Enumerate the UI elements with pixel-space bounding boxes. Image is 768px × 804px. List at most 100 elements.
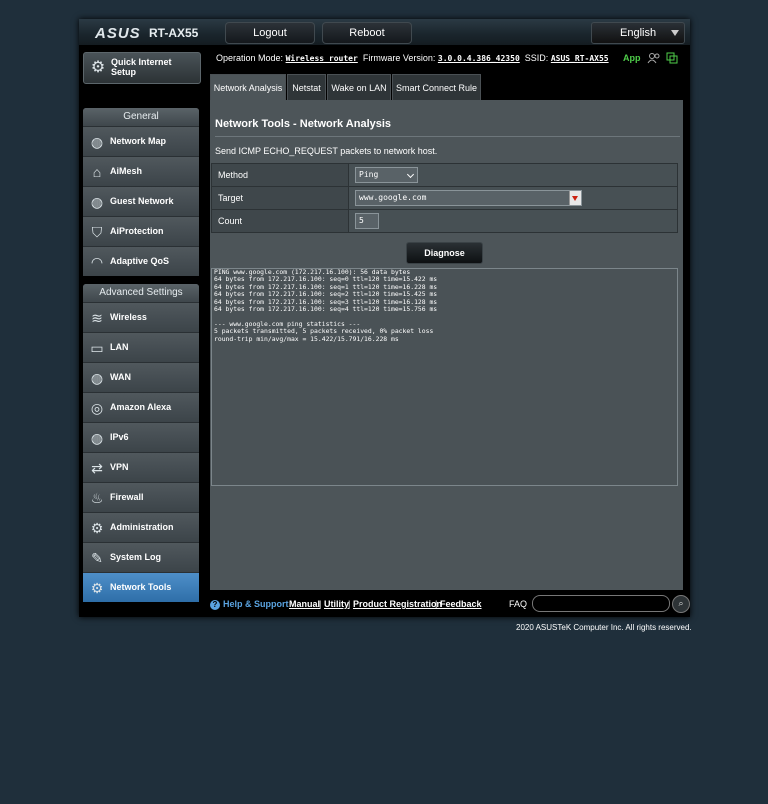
target-row: Target www.google.com xyxy=(211,186,678,210)
sidebar-item-label: System Log xyxy=(110,552,162,562)
op-mode-link[interactable]: Wireless router xyxy=(286,54,358,63)
sidebar-item-label: Network Tools xyxy=(110,582,172,592)
logout-button[interactable]: Logout xyxy=(225,22,315,44)
firmware-link[interactable]: 3.0.0.4.386_42350 xyxy=(438,54,520,63)
tools-icon: ⚙ xyxy=(90,580,104,596)
sidebar-item-firewall[interactable]: ♨ Firewall xyxy=(83,482,199,512)
faq-search-input[interactable] xyxy=(532,595,670,612)
feedback-link[interactable]: Feedback xyxy=(440,599,482,609)
target-label: Target xyxy=(211,186,349,210)
footer-bar: ? Help & Support Manual | Utility | Produ… xyxy=(210,592,690,618)
quick-internet-setup-button[interactable]: ⚙ Quick Internet Setup xyxy=(83,52,201,84)
product-registration-link[interactable]: Product Registration xyxy=(353,599,442,609)
alexa-icon: ◎ xyxy=(90,400,104,416)
ssid-link[interactable]: ASUS_RT-AX55 xyxy=(551,54,609,63)
help-support: ? Help & Support xyxy=(210,599,289,610)
count-row: Count 5 xyxy=(211,209,678,233)
network-analysis-panel: Network Tools - Network Analysis Send IC… xyxy=(210,100,683,590)
help-label: Help & Support xyxy=(223,599,289,609)
sidebar-item-lan[interactable]: ▭ LAN xyxy=(83,332,199,362)
sidebar-item-label: Network Map xyxy=(110,136,167,146)
connection-status-icon[interactable] xyxy=(666,52,679,64)
sidebar-item-label: Guest Network xyxy=(110,196,174,206)
output-line: 64 bytes from 172.217.16.100: seq=4 ttl=… xyxy=(214,305,438,314)
tab-network-analysis[interactable]: Network Analysis xyxy=(210,74,286,101)
count-cell: 5 xyxy=(348,209,678,233)
language-select[interactable]: English xyxy=(591,22,685,44)
target-value: www.google.com xyxy=(359,193,427,202)
target-dropdown-button[interactable] xyxy=(569,191,581,205)
reboot-button[interactable]: Reboot xyxy=(322,22,412,44)
faq-label: FAQ xyxy=(509,599,528,609)
op-mode-label: Operation Mode: xyxy=(216,53,284,63)
sidebar-item-label: WAN xyxy=(110,372,131,382)
vpn-icon: ⇄ xyxy=(91,460,103,476)
mesh-icon: ⌂ xyxy=(92,164,102,180)
tab-wake-on-lan[interactable]: Wake on LAN xyxy=(327,74,391,101)
sidebar-item-wan[interactable]: ◍ WAN xyxy=(83,362,199,392)
sidebar-item-wireless[interactable]: ≋ Wireless xyxy=(83,302,199,332)
asus-logo[interactable]: ASUS xyxy=(95,25,141,42)
manual-link[interactable]: Manual xyxy=(289,599,320,609)
method-value: Ping xyxy=(359,170,379,179)
diagnostic-output[interactable]: PING www.google.com (172.217.16.100): 56… xyxy=(211,268,678,486)
sidebar-item-network-tools[interactable]: ⚙ Network Tools xyxy=(83,572,199,602)
general-menu: General ◍ Network Map ⌂ AiMesh ◍ Guest Networ… xyxy=(83,108,199,276)
method-row: Method Ping xyxy=(211,163,678,187)
router-admin-frame: ASUS RT-AX55 Logout Reboot English ⚙ Qui… xyxy=(79,19,690,617)
advanced-heading: Advanced Settings xyxy=(83,284,199,302)
sidebar-item-amazon-alexa[interactable]: ◎ Amazon Alexa xyxy=(83,392,199,422)
app-link[interactable]: App xyxy=(623,53,641,63)
target-input[interactable]: www.google.com xyxy=(355,190,582,206)
sidebar-item-system-log[interactable]: ✎ System Log xyxy=(83,542,199,572)
chevron-down-icon xyxy=(671,30,679,36)
tab-netstat[interactable]: Netstat xyxy=(287,74,326,101)
count-label: Count xyxy=(211,209,349,233)
sidebar-item-administration[interactable]: ⚙ Administration xyxy=(83,512,199,542)
diagnose-button[interactable]: Diagnose xyxy=(406,242,483,264)
help-icon: ? xyxy=(210,600,220,610)
sidebar-item-label: Firewall xyxy=(110,492,144,502)
separator: | xyxy=(348,599,351,609)
separator: | xyxy=(435,599,438,609)
sidebar-item-label: AiMesh xyxy=(110,166,143,176)
page-description: Send ICMP ECHO_REQUEST packets to networ… xyxy=(215,146,438,156)
sidebar-item-aiprotection[interactable]: ⛉ AiProtection xyxy=(83,216,199,246)
sidebar-item-label: Wireless xyxy=(110,312,147,322)
target-cell: www.google.com xyxy=(348,186,678,210)
method-label: Method xyxy=(211,163,349,187)
utility-link[interactable]: Utility xyxy=(324,599,349,609)
tab-smart-connect-rule[interactable]: Smart Connect Rule xyxy=(392,74,481,101)
model-name: RT-AX55 xyxy=(149,26,199,40)
method-cell: Ping xyxy=(348,163,678,187)
method-select[interactable]: Ping xyxy=(355,167,418,183)
sidebar-item-adaptive-qos[interactable]: ◠ Adaptive QoS xyxy=(83,246,199,276)
sidebar-item-ipv6[interactable]: ◍ IPv6 xyxy=(83,422,199,452)
sidebar-item-vpn[interactable]: ⇄ VPN xyxy=(83,452,199,482)
output-line: round-trip min/avg/max = 15.422/15.791/1… xyxy=(214,334,399,343)
firmware-label: Firmware Version: xyxy=(362,53,436,63)
shield-icon: ⛉ xyxy=(91,224,103,240)
guest-globe-icon: ◍ xyxy=(90,194,104,210)
user-icon[interactable] xyxy=(647,52,660,64)
sidebar-item-label: AiProtection xyxy=(110,226,164,236)
chevron-down-icon xyxy=(406,170,415,179)
sidebar-item-aimesh[interactable]: ⌂ AiMesh xyxy=(83,156,199,186)
wand-icon: ⚙ xyxy=(90,59,106,76)
ssid-label: SSID: xyxy=(524,53,549,63)
sidebar-item-network-map[interactable]: ◍ Network Map xyxy=(83,126,199,156)
status-line: Operation Mode: Wireless router Firmware… xyxy=(216,53,609,63)
fire-icon: ♨ xyxy=(90,490,104,506)
general-heading: General xyxy=(83,108,199,126)
count-input[interactable]: 5 xyxy=(355,213,379,229)
dropdown-arrow-icon xyxy=(572,196,578,201)
sidebar-item-label: Administration xyxy=(110,522,174,532)
page-title: Network Tools - Network Analysis xyxy=(215,118,392,130)
sidebar-item-label: IPv6 xyxy=(110,432,129,442)
main-content: Operation Mode: Wireless router Firmware… xyxy=(204,45,690,617)
sidebar-item-guest-network[interactable]: ◍ Guest Network xyxy=(83,186,199,216)
language-value: English xyxy=(620,27,657,39)
sidebar-item-label: VPN xyxy=(110,462,129,472)
search-icon[interactable]: ⌕ xyxy=(672,595,690,613)
monitor-icon: ▭ xyxy=(90,340,104,356)
